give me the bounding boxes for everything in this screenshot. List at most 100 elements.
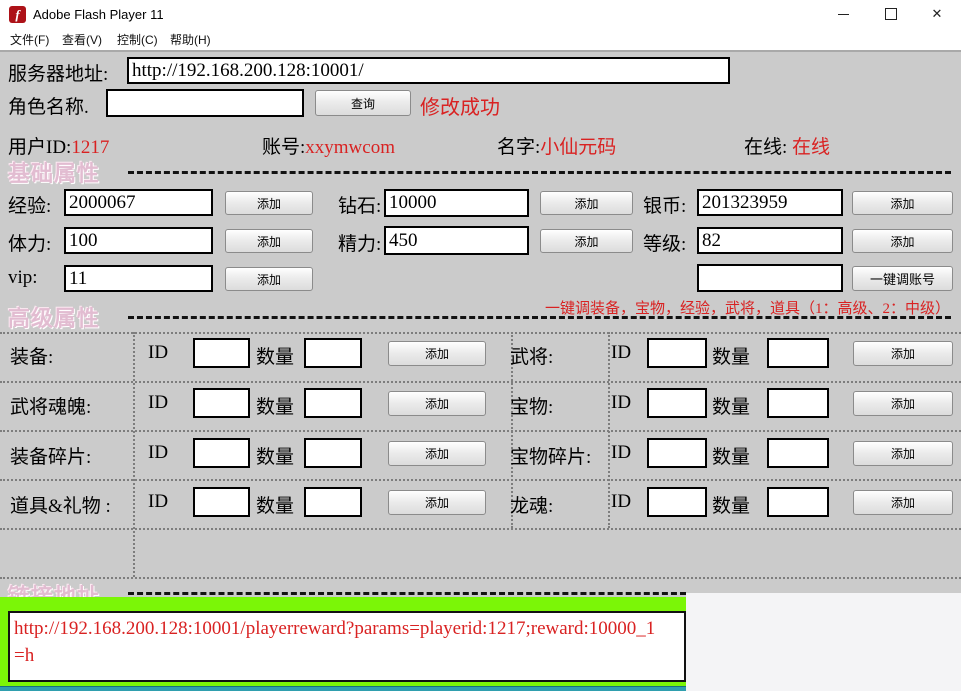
online-pair: 在线: 在线 — [744, 132, 830, 159]
account-label: 账号: — [262, 137, 305, 158]
grid-line-h2 — [0, 381, 961, 383]
equipment-add-button[interactable]: 添加 — [388, 341, 486, 366]
equip-shard-label: 装备碎片: — [10, 442, 91, 469]
equip-shard-id-input[interactable] — [193, 438, 250, 468]
silver-add-button[interactable]: 添加 — [852, 191, 953, 215]
stamina-input[interactable] — [64, 227, 213, 254]
menu-control[interactable]: 控制(C) — [117, 31, 158, 48]
equip-shard-qty-label: 数量 — [256, 442, 294, 469]
item-gift-add-button[interactable]: 添加 — [388, 490, 486, 515]
general-id-label: ID — [611, 342, 631, 364]
minimize-button[interactable] — [820, 0, 866, 28]
general-add-button[interactable]: 添加 — [853, 341, 953, 366]
item-gift-qty-label: 数量 — [256, 491, 294, 518]
diamond-add-button[interactable]: 添加 — [540, 191, 633, 215]
account-value: xxymwcom — [305, 137, 395, 158]
minimize-icon — [838, 14, 849, 15]
onekey-adjust-button[interactable]: 一键调账号 — [852, 266, 953, 291]
server-address-label: 服务器地址: — [8, 59, 108, 86]
maximize-button[interactable] — [868, 0, 914, 28]
diamond-input[interactable] — [384, 189, 529, 217]
level-add-button[interactable]: 添加 — [852, 229, 953, 253]
menu-view[interactable]: 查看(V) — [62, 31, 102, 48]
equipment-qty-label: 数量 — [256, 342, 294, 369]
treasure-id-input[interactable] — [647, 388, 707, 418]
grid-line-h5 — [0, 528, 961, 530]
treasure-shard-id-input[interactable] — [647, 438, 707, 468]
energy-add-button[interactable]: 添加 — [540, 229, 633, 253]
general-soul-qty-input[interactable] — [304, 388, 362, 418]
stamina-add-button[interactable]: 添加 — [225, 229, 313, 253]
item-gift-qty-input[interactable] — [304, 487, 362, 517]
dragon-soul-qty-label: 数量 — [712, 491, 750, 518]
link-section-divider — [128, 592, 686, 595]
vip-input[interactable] — [64, 265, 213, 292]
flash-logo-icon: f — [9, 6, 26, 23]
treasure-shard-qty-input[interactable] — [767, 438, 829, 468]
equipment-qty-input[interactable] — [304, 338, 362, 368]
silver-label: 银币: — [643, 191, 686, 218]
bottom-edge-bar — [0, 686, 686, 691]
role-name-input[interactable] — [106, 89, 304, 117]
general-soul-add-button[interactable]: 添加 — [388, 391, 486, 416]
dragon-soul-add-button[interactable]: 添加 — [853, 490, 953, 515]
query-button[interactable]: 查询 — [315, 90, 411, 116]
dragon-soul-id-input[interactable] — [647, 487, 707, 517]
treasure-shard-id-label: ID — [611, 442, 631, 464]
item-gift-id-input[interactable] — [193, 487, 250, 517]
vip-label: vip: — [8, 267, 38, 289]
link-url-line2: =h — [14, 642, 680, 669]
general-qty-input[interactable] — [767, 338, 829, 368]
vip-add-button[interactable]: 添加 — [225, 267, 313, 291]
exp-add-button[interactable]: 添加 — [225, 191, 313, 215]
treasure-qty-label: 数量 — [712, 392, 750, 419]
section-basic-attributes: 基础属性 — [8, 156, 100, 188]
general-soul-label: 武将魂魄: — [10, 392, 91, 419]
equip-shard-add-button[interactable]: 添加 — [388, 441, 486, 466]
exp-input[interactable] — [64, 189, 213, 216]
user-id-pair: 用户ID:1217 — [8, 132, 109, 159]
user-id-value: 1217 — [71, 137, 109, 158]
equip-shard-qty-input[interactable] — [304, 438, 362, 468]
treasure-add-button[interactable]: 添加 — [853, 391, 953, 416]
online-value: 在线 — [792, 137, 830, 158]
equipment-id-label: ID — [148, 342, 168, 364]
equipment-id-input[interactable] — [193, 338, 250, 368]
server-address-input[interactable] — [127, 57, 730, 84]
menu-bar: 文件(F) 查看(V) 控制(C) 帮助(H) — [0, 28, 961, 50]
name-label: 名字: — [497, 137, 540, 158]
onekey-input[interactable] — [697, 264, 843, 292]
user-id-label: 用户ID: — [8, 137, 71, 158]
dragon-soul-label: 龙魂: — [510, 491, 553, 518]
exp-label: 经验: — [8, 191, 51, 218]
menu-file[interactable]: 文件(F) — [10, 31, 49, 48]
treasure-shard-label: 宝物碎片: — [510, 442, 591, 469]
general-soul-id-input[interactable] — [193, 388, 250, 418]
dragon-soul-qty-input[interactable] — [767, 487, 829, 517]
general-id-input[interactable] — [647, 338, 707, 368]
level-label: 等级: — [643, 229, 686, 256]
dragon-soul-id-label: ID — [611, 491, 631, 513]
item-gift-label: 道具&礼物 : — [10, 491, 111, 518]
link-url-box[interactable]: http://192.168.200.128:10001/playerrewar… — [8, 611, 686, 682]
energy-input[interactable] — [384, 226, 529, 255]
menu-help[interactable]: 帮助(H) — [170, 31, 211, 48]
grid-line-v1 — [133, 332, 135, 577]
silver-input[interactable] — [697, 189, 843, 216]
treasure-shard-add-button[interactable]: 添加 — [853, 441, 953, 466]
online-label: 在线: — [744, 137, 787, 158]
close-button[interactable]: ✕ — [914, 0, 960, 28]
general-label: 武将: — [510, 342, 553, 369]
link-url-line1: http://192.168.200.128:10001/playerrewar… — [14, 615, 680, 642]
flash-player-window: f Adobe Flash Player 11 ✕ 文件(F) 查看(V) 控制… — [0, 0, 961, 691]
general-soul-qty-label: 数量 — [256, 392, 294, 419]
treasure-qty-input[interactable] — [767, 388, 829, 418]
treasure-label: 宝物: — [510, 392, 553, 419]
onekey-instruction-note: 一键调装备，宝物，经验，武将，道具（1：高级、2：中级） — [545, 297, 950, 318]
level-input[interactable] — [697, 227, 843, 254]
maximize-icon — [885, 8, 897, 20]
account-pair: 账号:xxymwcom — [262, 132, 395, 159]
basic-section-divider — [128, 171, 951, 174]
item-gift-id-label: ID — [148, 491, 168, 513]
equip-shard-id-label: ID — [148, 442, 168, 464]
